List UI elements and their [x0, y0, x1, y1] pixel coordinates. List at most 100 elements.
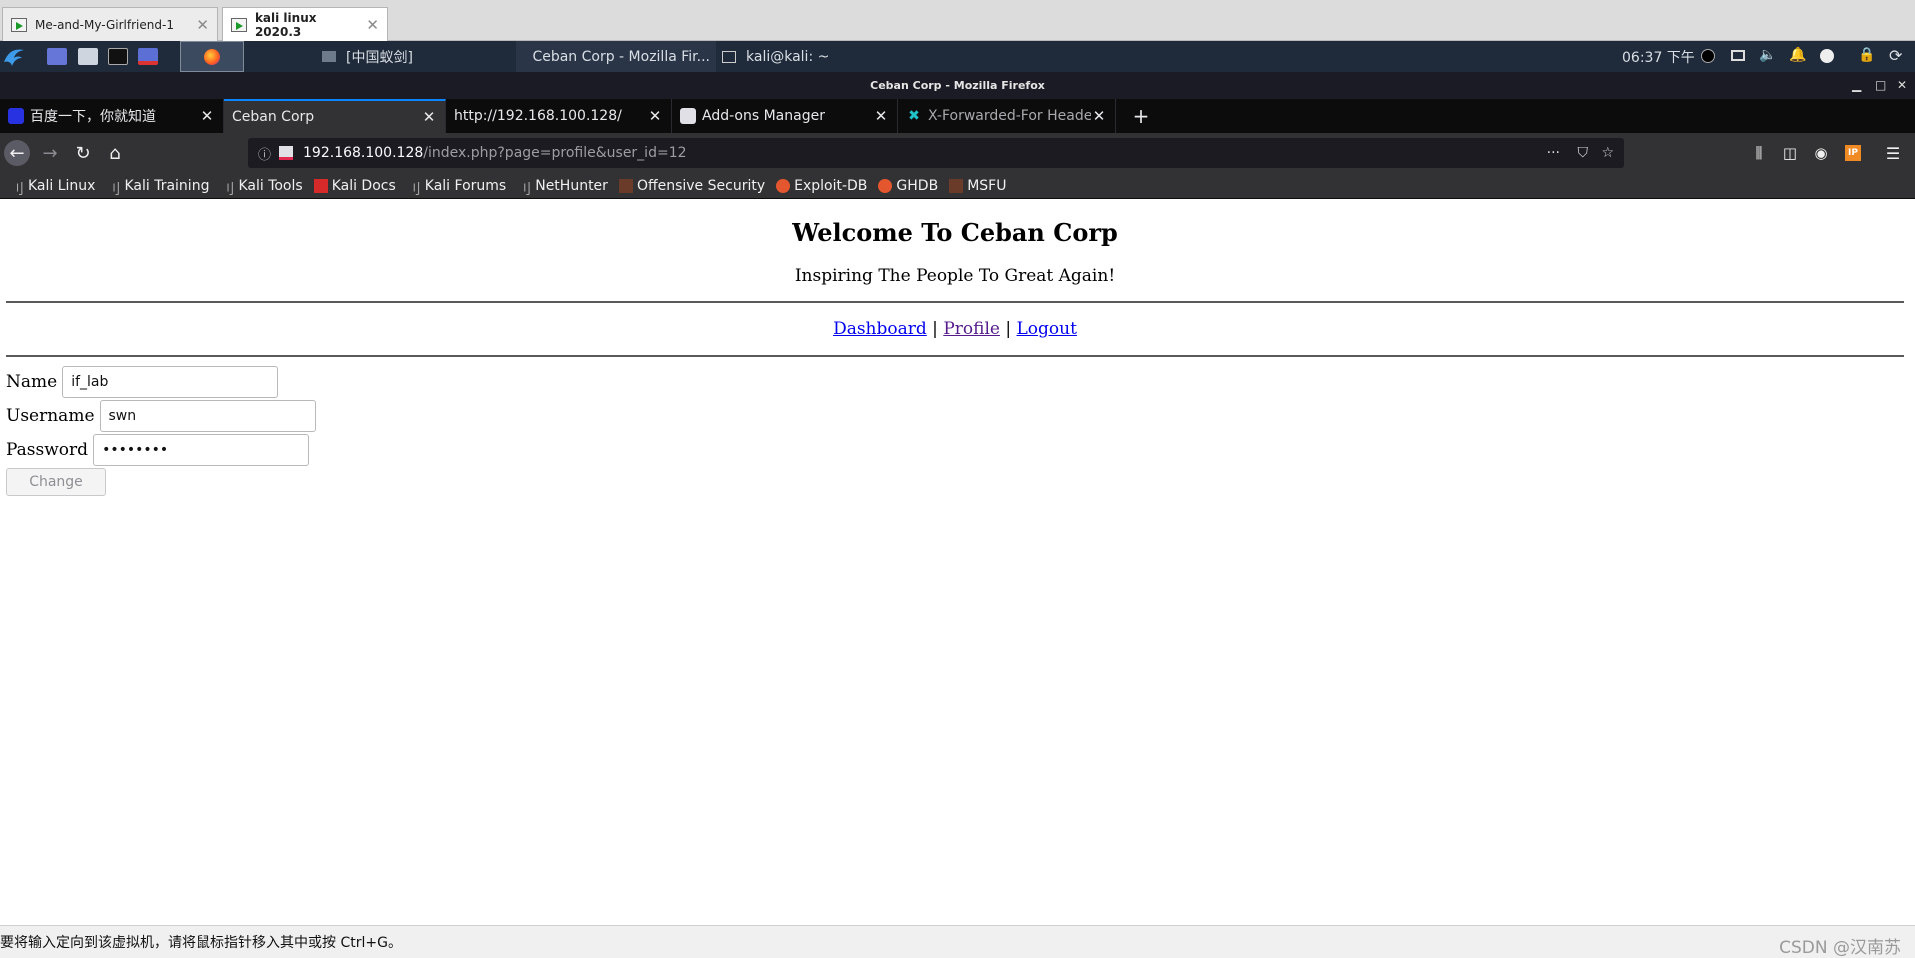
back-icon[interactable]: ←: [4, 140, 30, 166]
msfu-icon: [949, 178, 964, 193]
url-host: 192.168.100.128: [303, 145, 424, 161]
tab-label: X-Forwarded-For Heade: [928, 108, 1091, 124]
task-terminal[interactable]: kali@kali: ~: [716, 41, 856, 72]
new-tab-button[interactable]: +: [1126, 99, 1156, 133]
close-icon[interactable]: ✕: [1897, 72, 1907, 99]
close-icon[interactable]: ✕: [196, 16, 209, 34]
close-icon[interactable]: ✕: [366, 16, 379, 34]
logout-link[interactable]: Logout: [1017, 319, 1077, 339]
username-row: Username: [6, 400, 316, 432]
vm-tab-kali[interactable]: kali linux 2020.3 ✕: [222, 7, 388, 41]
puzzle-icon: [680, 108, 696, 124]
divider: [6, 301, 1904, 303]
tab-label: Ceban Corp: [232, 109, 315, 125]
cat-icon[interactable]: [1701, 49, 1715, 63]
vm-tab-bar: Me-and-My-Girlfriend-1 ✕ kali linux 2020…: [0, 0, 1915, 41]
baidu-paw-icon: [8, 108, 24, 124]
name-label: Name: [6, 372, 58, 392]
bookmark-kali-linux[interactable]: ⺉ Kali Linux: [10, 178, 95, 198]
vm-tab-label: Me-and-My-Girlfriend-1: [35, 17, 174, 32]
kali-docs-icon: [313, 178, 328, 193]
close-icon[interactable]: ✕: [421, 108, 437, 126]
vm-tab-label: kali linux 2020.3: [254, 10, 317, 39]
terminal-icon[interactable]: [108, 48, 128, 65]
nav-separator: |: [932, 319, 938, 339]
close-icon[interactable]: ✕: [1091, 107, 1107, 125]
tab-ip[interactable]: http://192.168.100.128/ ✕: [446, 99, 672, 133]
tab-baidu[interactable]: 百度一下，你就知道 ✕: [0, 99, 224, 133]
bookmark-exploit-db[interactable]: Exploit-DB: [776, 178, 867, 194]
url-bar[interactable]: ⓘ 192.168.100.128/index.php?page=profile…: [248, 138, 1624, 168]
tab-x-forwarded-for[interactable]: ✖ X-Forwarded-For Heade ✕: [898, 99, 1116, 133]
maximize-icon[interactable]: □: [1875, 72, 1886, 99]
firefox-tab-strip: 百度一下，你就知道 ✕ Ceban Corp ✕ http://192.168.…: [0, 99, 1915, 133]
bookmark-offensive-security[interactable]: Offensive Security: [618, 178, 765, 194]
bookmark-star-icon[interactable]: ☆: [1601, 145, 1614, 161]
task-firefox-launcher[interactable]: [180, 41, 244, 72]
close-icon[interactable]: ✕: [199, 107, 215, 125]
firefox-icon: [204, 48, 220, 65]
vm-icon: [231, 17, 247, 32]
bookmark-label: Kali Docs: [331, 177, 396, 194]
change-button[interactable]: Change: [6, 468, 106, 496]
bookmark-nethunter[interactable]: ⺉ NetHunter: [517, 178, 608, 198]
task-label: Ceban Corp - Mozilla Fir...: [532, 48, 710, 65]
tab-addons-manager[interactable]: Add-ons Manager ✕: [672, 99, 898, 133]
pocket-icon[interactable]: ⛉: [1578, 145, 1589, 161]
bookmark-kali-forums[interactable]: ⺉ Kali Forums: [406, 178, 506, 198]
bookmark-ghdb[interactable]: GHDB: [878, 178, 938, 194]
logout-icon[interactable]: ⟳: [1889, 46, 1902, 65]
display-icon[interactable]: [1731, 50, 1745, 61]
page-subtitle: Inspiring The People To Great Again!: [794, 266, 1116, 286]
username-field[interactable]: [99, 400, 316, 432]
ip-extension-icon[interactable]: IP: [1840, 140, 1866, 166]
account-icon[interactable]: ◉: [1808, 140, 1834, 166]
vm-tab-me-and-my-girlfriend[interactable]: Me-and-My-Girlfriend-1 ✕: [2, 7, 218, 41]
task-firefox[interactable]: Ceban Corp - Mozilla Fir...: [516, 41, 716, 72]
update-icon[interactable]: [1820, 49, 1834, 63]
notification-bell-icon[interactable]: 🔔: [1789, 47, 1806, 63]
site-nav: Dashboard | Profile | Logout: [0, 319, 1910, 339]
page-content: Welcome To Ceban Corp Inspiring The Peop…: [0, 199, 1915, 925]
forward-icon[interactable]: →: [37, 140, 63, 166]
name-field[interactable]: [62, 366, 279, 398]
workspace-icon[interactable]: [47, 48, 67, 65]
screen-recorder-icon[interactable]: [138, 48, 158, 65]
close-icon[interactable]: ✕: [647, 107, 663, 125]
tab-label: 百度一下，你就知道: [30, 109, 156, 125]
task-antsword[interactable]: [中国蚁剑]: [316, 41, 516, 72]
home-icon[interactable]: ⌂: [102, 140, 128, 166]
tab-ceban-corp[interactable]: Ceban Corp ✕: [224, 99, 446, 133]
info-icon[interactable]: ⓘ: [258, 144, 271, 163]
kali-dragon-icon: ⺉: [406, 181, 421, 198]
clock[interactable]: 06:37 下午: [1622, 47, 1695, 67]
profile-link[interactable]: Profile: [943, 319, 1000, 339]
kali-dragon-icon: ⺉: [106, 181, 121, 198]
library-icon[interactable]: ⫼: [1746, 140, 1772, 166]
close-icon[interactable]: ✕: [873, 107, 889, 125]
bookmark-kali-training[interactable]: ⺉ Kali Training: [106, 178, 209, 198]
bookmark-label: GHDB: [896, 177, 939, 194]
dashboard-link[interactable]: Dashboard: [833, 319, 927, 339]
firefox-title-bar: Ceban Corp - Mozilla Firefox ▁ □ ✕: [0, 72, 1915, 99]
page-title: Welcome To Ceban Corp: [792, 218, 1118, 247]
bookmark-kali-docs[interactable]: Kali Docs: [313, 177, 396, 194]
sidebar-icon[interactable]: ◫: [1777, 140, 1803, 166]
lock-icon[interactable]: 🔒: [1858, 47, 1875, 63]
bookmark-label: Exploit-DB: [794, 177, 868, 194]
insecure-connection-icon[interactable]: [279, 146, 294, 160]
page-actions-icon[interactable]: ···: [1547, 145, 1560, 161]
menu-icon[interactable]: ☰: [1880, 140, 1906, 166]
bookmark-label: MSFU: [967, 177, 1007, 194]
password-field[interactable]: [93, 434, 310, 466]
bookmark-msfu[interactable]: MSFU: [949, 178, 1006, 194]
bookmark-label: Kali Tools: [238, 177, 303, 194]
bookmark-kali-tools[interactable]: ⺉ Kali Tools: [220, 177, 303, 198]
files-icon[interactable]: [78, 48, 98, 65]
reload-icon[interactable]: ↻: [70, 140, 96, 166]
kali-menu-icon[interactable]: [2, 44, 26, 68]
terminal-icon: [722, 50, 736, 63]
password-row: Password: [6, 434, 310, 466]
volume-icon[interactable]: 🔈: [1759, 47, 1776, 63]
minimize-icon[interactable]: ▁: [1852, 72, 1861, 99]
